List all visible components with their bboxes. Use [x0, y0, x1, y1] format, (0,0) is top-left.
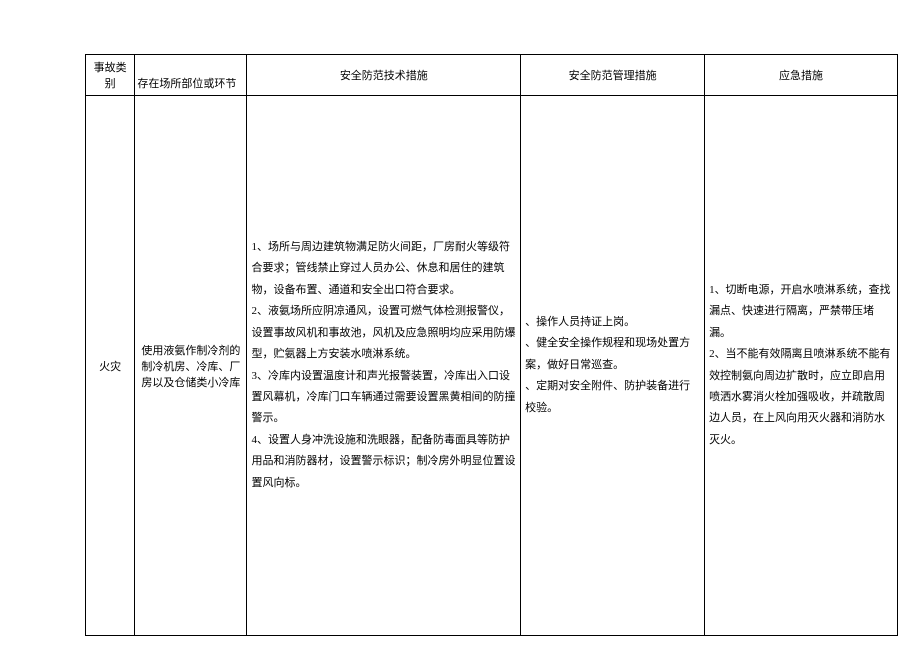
- safety-table-wrap: 事故类别 存在场所部位或环节 安全防范技术措施 安全防范管理措施 应急措施: [85, 54, 898, 636]
- header-accident-type: 事故类别: [86, 55, 135, 96]
- header-row: 事故类别 存在场所部位或环节 安全防范技术措施 安全防范管理措施 应急措施: [86, 55, 898, 96]
- cell-mgmt-text: 、操作人员持证上岗。 、健全安全操作规程和现场处置方案，做好日常巡查。 、定期对…: [525, 316, 690, 414]
- header-accident-type-label: 事故类别: [89, 59, 131, 91]
- cell-location: 使用液氨作制冷剂的制冷机房、冷库、厂房以及仓储类小冷库: [135, 96, 247, 636]
- data-row: 火灾 使用液氨作制冷剂的制冷机房、冷库、厂房以及仓储类小冷库 1、场所与周边建筑…: [86, 96, 898, 636]
- header-emergency: 应急措施: [705, 55, 898, 96]
- header-mgmt: 安全防范管理措施: [521, 55, 705, 96]
- cell-location-text: 使用液氨作制冷剂的制冷机房、冷库、厂房以及仓储类小冷库: [141, 345, 240, 389]
- header-tech-label: 安全防范技术措施: [340, 70, 428, 82]
- safety-table: 事故类别 存在场所部位或环节 安全防范技术措施 安全防范管理措施 应急措施: [85, 54, 898, 636]
- cell-emergency-text: 1、切断电源，开启水喷淋系统，查找漏点、快速进行隔离，严禁带压堵漏。 2、当不能…: [709, 284, 891, 446]
- cell-tech: 1、场所与周边建筑物满足防火间距，厂房耐火等级符合要求；管线禁止穿过人员办公、休…: [247, 96, 521, 636]
- header-tech: 安全防范技术措施: [247, 55, 521, 96]
- header-location: 存在场所部位或环节: [135, 55, 247, 96]
- cell-mgmt: 、操作人员持证上岗。 、健全安全操作规程和现场处置方案，做好日常巡查。 、定期对…: [521, 96, 705, 636]
- cell-accident-type: 火灾: [86, 96, 135, 636]
- cell-accident-type-text: 火灾: [99, 361, 121, 373]
- cell-emergency: 1、切断电源，开启水喷淋系统，查找漏点、快速进行隔离，严禁带压堵漏。 2、当不能…: [705, 96, 898, 636]
- cell-tech-text: 1、场所与周边建筑物满足防火间距，厂房耐火等级符合要求；管线禁止穿过人员办公、休…: [251, 241, 515, 489]
- header-location-label: 存在场所部位或环节: [137, 78, 236, 90]
- header-mgmt-label: 安全防范管理措施: [569, 70, 657, 82]
- header-emergency-label: 应急措施: [779, 70, 823, 82]
